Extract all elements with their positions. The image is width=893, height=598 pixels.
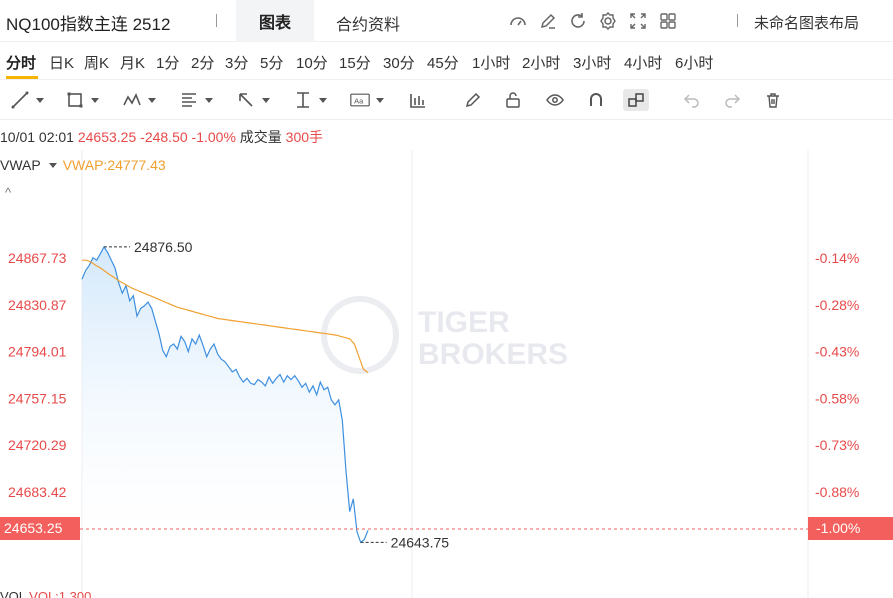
y-tick-right: -0.58%: [815, 390, 859, 406]
period-14[interactable]: 3小时: [573, 52, 611, 73]
info-change: -248.50: [140, 129, 188, 145]
lock-icon[interactable]: [503, 89, 523, 111]
period-5[interactable]: 2分: [191, 52, 214, 73]
y-tick-left: 24830.87: [8, 297, 67, 313]
y-tick-right: -0.73%: [815, 437, 859, 453]
layout-separator: [737, 14, 738, 27]
period-7[interactable]: 5分: [260, 52, 283, 73]
drawing-toolbar: Aa: [0, 80, 893, 120]
indicator-icon[interactable]: [408, 89, 428, 111]
y-tick-left: 24867.73: [8, 250, 67, 266]
line-tool-icon[interactable]: [10, 89, 44, 111]
layout-name[interactable]: 未命名图表布局: [754, 12, 859, 33]
chart-header: NQ100指数主连 2512 图表 合约资料 未命名图表布局: [0, 0, 893, 42]
volume-legend: VOL VOL:1,300: [0, 589, 91, 598]
measure-tool-icon[interactable]: [293, 89, 327, 111]
period-2[interactable]: 周K: [84, 52, 109, 73]
period-12[interactable]: 1小时: [472, 52, 510, 73]
svg-text:Aa: Aa: [354, 96, 364, 105]
price-area: [82, 246, 368, 543]
info-price: 24653.25: [77, 129, 137, 145]
period-1[interactable]: 日K: [49, 52, 74, 73]
period-selector: 分时 日K 周K 月K 1分 2分 3分 5分 10分 15分 30分 45分 …: [0, 42, 893, 80]
period-3[interactable]: 月K: [120, 52, 145, 73]
tab-contract-info[interactable]: 合约资料: [336, 11, 400, 35]
y-tick-left: 24683.42: [8, 484, 67, 500]
pencil-icon[interactable]: [463, 89, 483, 111]
redo-icon[interactable]: [722, 89, 742, 111]
y-tick-right: -0.88%: [815, 484, 859, 500]
y-tick-right: -0.28%: [815, 297, 859, 313]
vwap-legend: VWAP VWAP:24777.43: [0, 157, 166, 173]
period-4[interactable]: 1分: [156, 52, 179, 73]
y-tick-right: -0.14%: [815, 250, 859, 266]
volume-indicator-name[interactable]: VOL: [0, 589, 26, 598]
tab-chart[interactable]: 图表: [236, 0, 314, 42]
rectangle-tool-icon[interactable]: [65, 89, 99, 111]
magnet-icon[interactable]: [586, 89, 606, 111]
speedometer-icon[interactable]: [505, 10, 531, 32]
text-tool-icon[interactable]: Aa: [350, 89, 384, 111]
y-tick-right: -0.43%: [815, 344, 859, 360]
info-datetime: 10/01 02:01: [0, 129, 74, 145]
intraday-chart[interactable]: TIGERBROKERS 24867.73 -0.14% 24830.87 -0.28%…: [0, 150, 893, 598]
header-tools: [505, 10, 685, 32]
period-10[interactable]: 30分: [383, 52, 415, 73]
gear-icon[interactable]: [595, 10, 621, 32]
trash-icon[interactable]: [763, 89, 783, 111]
crosshair-info: 10/01 02:01 24653.25 -248.50 -1.00% 成交量 …: [0, 127, 323, 147]
vwap-value: VWAP:24777.43: [62, 157, 166, 173]
fibonacci-tool-icon[interactable]: [179, 89, 213, 111]
period-6[interactable]: 3分: [225, 52, 248, 73]
vwap-name[interactable]: VWAP: [0, 157, 41, 173]
grid-layout-icon[interactable]: [655, 10, 681, 32]
period-15[interactable]: 4小时: [624, 52, 662, 73]
info-volume-label: 成交量: [239, 129, 282, 145]
y-tick-left: 24720.29: [8, 437, 67, 453]
chevron-down-icon[interactable]: [48, 163, 57, 168]
arrow-tool-icon[interactable]: [236, 89, 270, 111]
low-label: 24643.75: [391, 534, 450, 550]
period-8[interactable]: 10分: [296, 52, 328, 73]
period-9[interactable]: 15分: [339, 52, 371, 73]
volume-indicator-value: VOL:1,300: [29, 589, 92, 598]
pattern-tool-icon[interactable]: [122, 89, 156, 111]
undo-icon[interactable]: [682, 89, 702, 111]
period-16[interactable]: 6小时: [675, 52, 713, 73]
y-tick-left: 24794.01: [8, 344, 67, 360]
info-volume-value: 300手: [285, 129, 324, 145]
period-0[interactable]: 分时: [6, 52, 36, 73]
watermark-text: BROKERS: [418, 338, 568, 371]
refresh-icon[interactable]: [565, 10, 591, 32]
high-label: 24876.50: [134, 239, 193, 255]
period-13[interactable]: 2小时: [522, 52, 560, 73]
chevron-up-icon[interactable]: ^: [5, 185, 11, 200]
fullscreen-icon[interactable]: [625, 10, 651, 32]
period-11[interactable]: 45分: [427, 52, 459, 73]
eye-icon[interactable]: [545, 89, 565, 111]
link-icon[interactable]: [623, 89, 649, 111]
current-price-tag: 24653.25: [0, 517, 80, 540]
y-tick-left: 24757.15: [8, 390, 67, 406]
title-separator: [216, 14, 217, 27]
instrument-title[interactable]: NQ100指数主连 2512: [6, 10, 170, 35]
watermark-text: TIGER: [418, 306, 510, 339]
active-period-indicator: [6, 76, 38, 79]
edit-icon[interactable]: [535, 10, 561, 32]
current-pct-tag: -1.00%: [808, 517, 893, 540]
info-change-pct: -1.00%: [191, 129, 236, 145]
